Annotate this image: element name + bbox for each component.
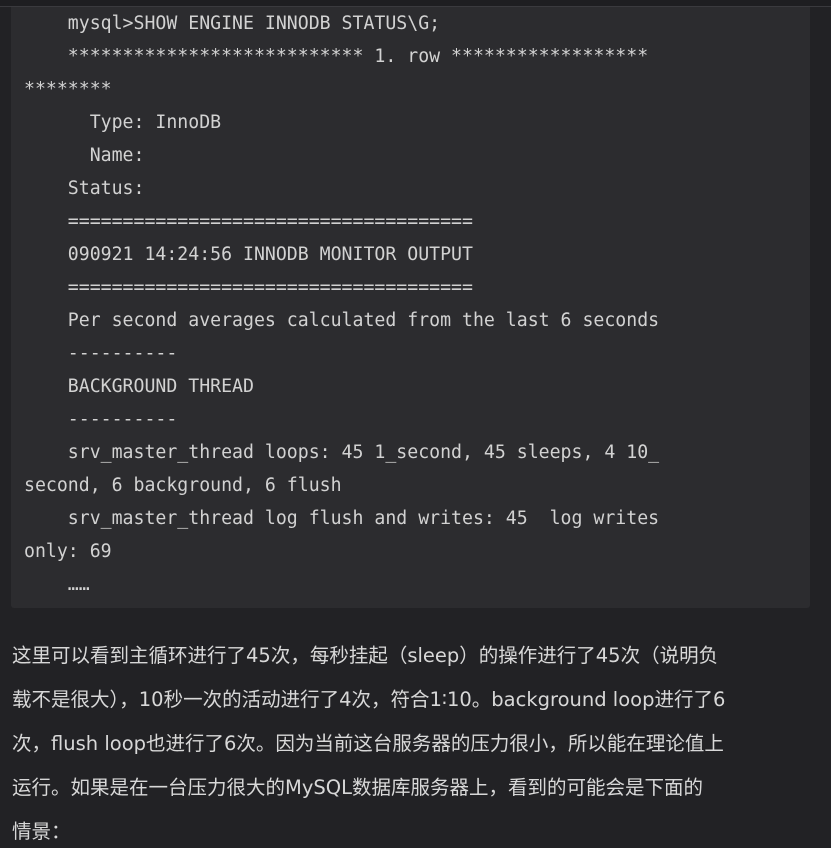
paragraph-line: 情景： xyxy=(12,820,71,843)
code-line: ===================================== xyxy=(24,211,473,232)
paragraph-line: 载不是很大），10秒一次的活动进行了4次，符合1∶10。background l… xyxy=(12,688,726,711)
code-line: *************************** 1. row *****… xyxy=(24,46,649,67)
code-line: srv_master_thread loops: 45 1_second, 45… xyxy=(24,442,660,463)
code-line: second, 6 background, 6 flush xyxy=(24,475,342,496)
paragraph-line: 这里可以看到主循环进行了45次，每秒挂起（sleep）的操作进行了45次（说明负 xyxy=(12,644,719,667)
code-line: Type: InnoDB xyxy=(24,112,222,133)
code-block: mysql>SHOW ENGINE INNODB STATUS\G; *****… xyxy=(11,7,810,608)
top-divider xyxy=(0,0,831,7)
code-line: BACKGROUND THREAD xyxy=(24,376,254,397)
code-line: ===================================== xyxy=(24,277,473,298)
code-line: only: 69 xyxy=(24,541,112,562)
code-line: Per second averages calculated from the … xyxy=(24,310,660,331)
code-line: Status: xyxy=(24,178,145,199)
paragraph-line: 运行。如果是在一台压力很大的MySQL数据库服务器上，看到的可能会是下面的 xyxy=(12,776,703,799)
code-line: srv_master_thread log flush and writes: … xyxy=(24,508,660,529)
code-line: ---------- xyxy=(24,343,178,364)
paragraph: 这里可以看到主循环进行了45次，每秒挂起（sleep）的操作进行了45次（说明负… xyxy=(12,634,820,848)
code-line: ******** xyxy=(24,79,112,100)
code-line: ---------- xyxy=(24,409,178,430)
paragraph-line: 次，flush loop也进行了6次。因为当前这台服务器的压力很小，所以能在理论… xyxy=(12,732,724,755)
code-line: 090921 14:24:56 INNODB MONITOR OUTPUT xyxy=(24,244,473,265)
code-line: mysql>SHOW ENGINE INNODB STATUS\G; xyxy=(24,13,441,34)
code-line: …… xyxy=(24,574,90,595)
code-line: Name: xyxy=(24,145,145,166)
